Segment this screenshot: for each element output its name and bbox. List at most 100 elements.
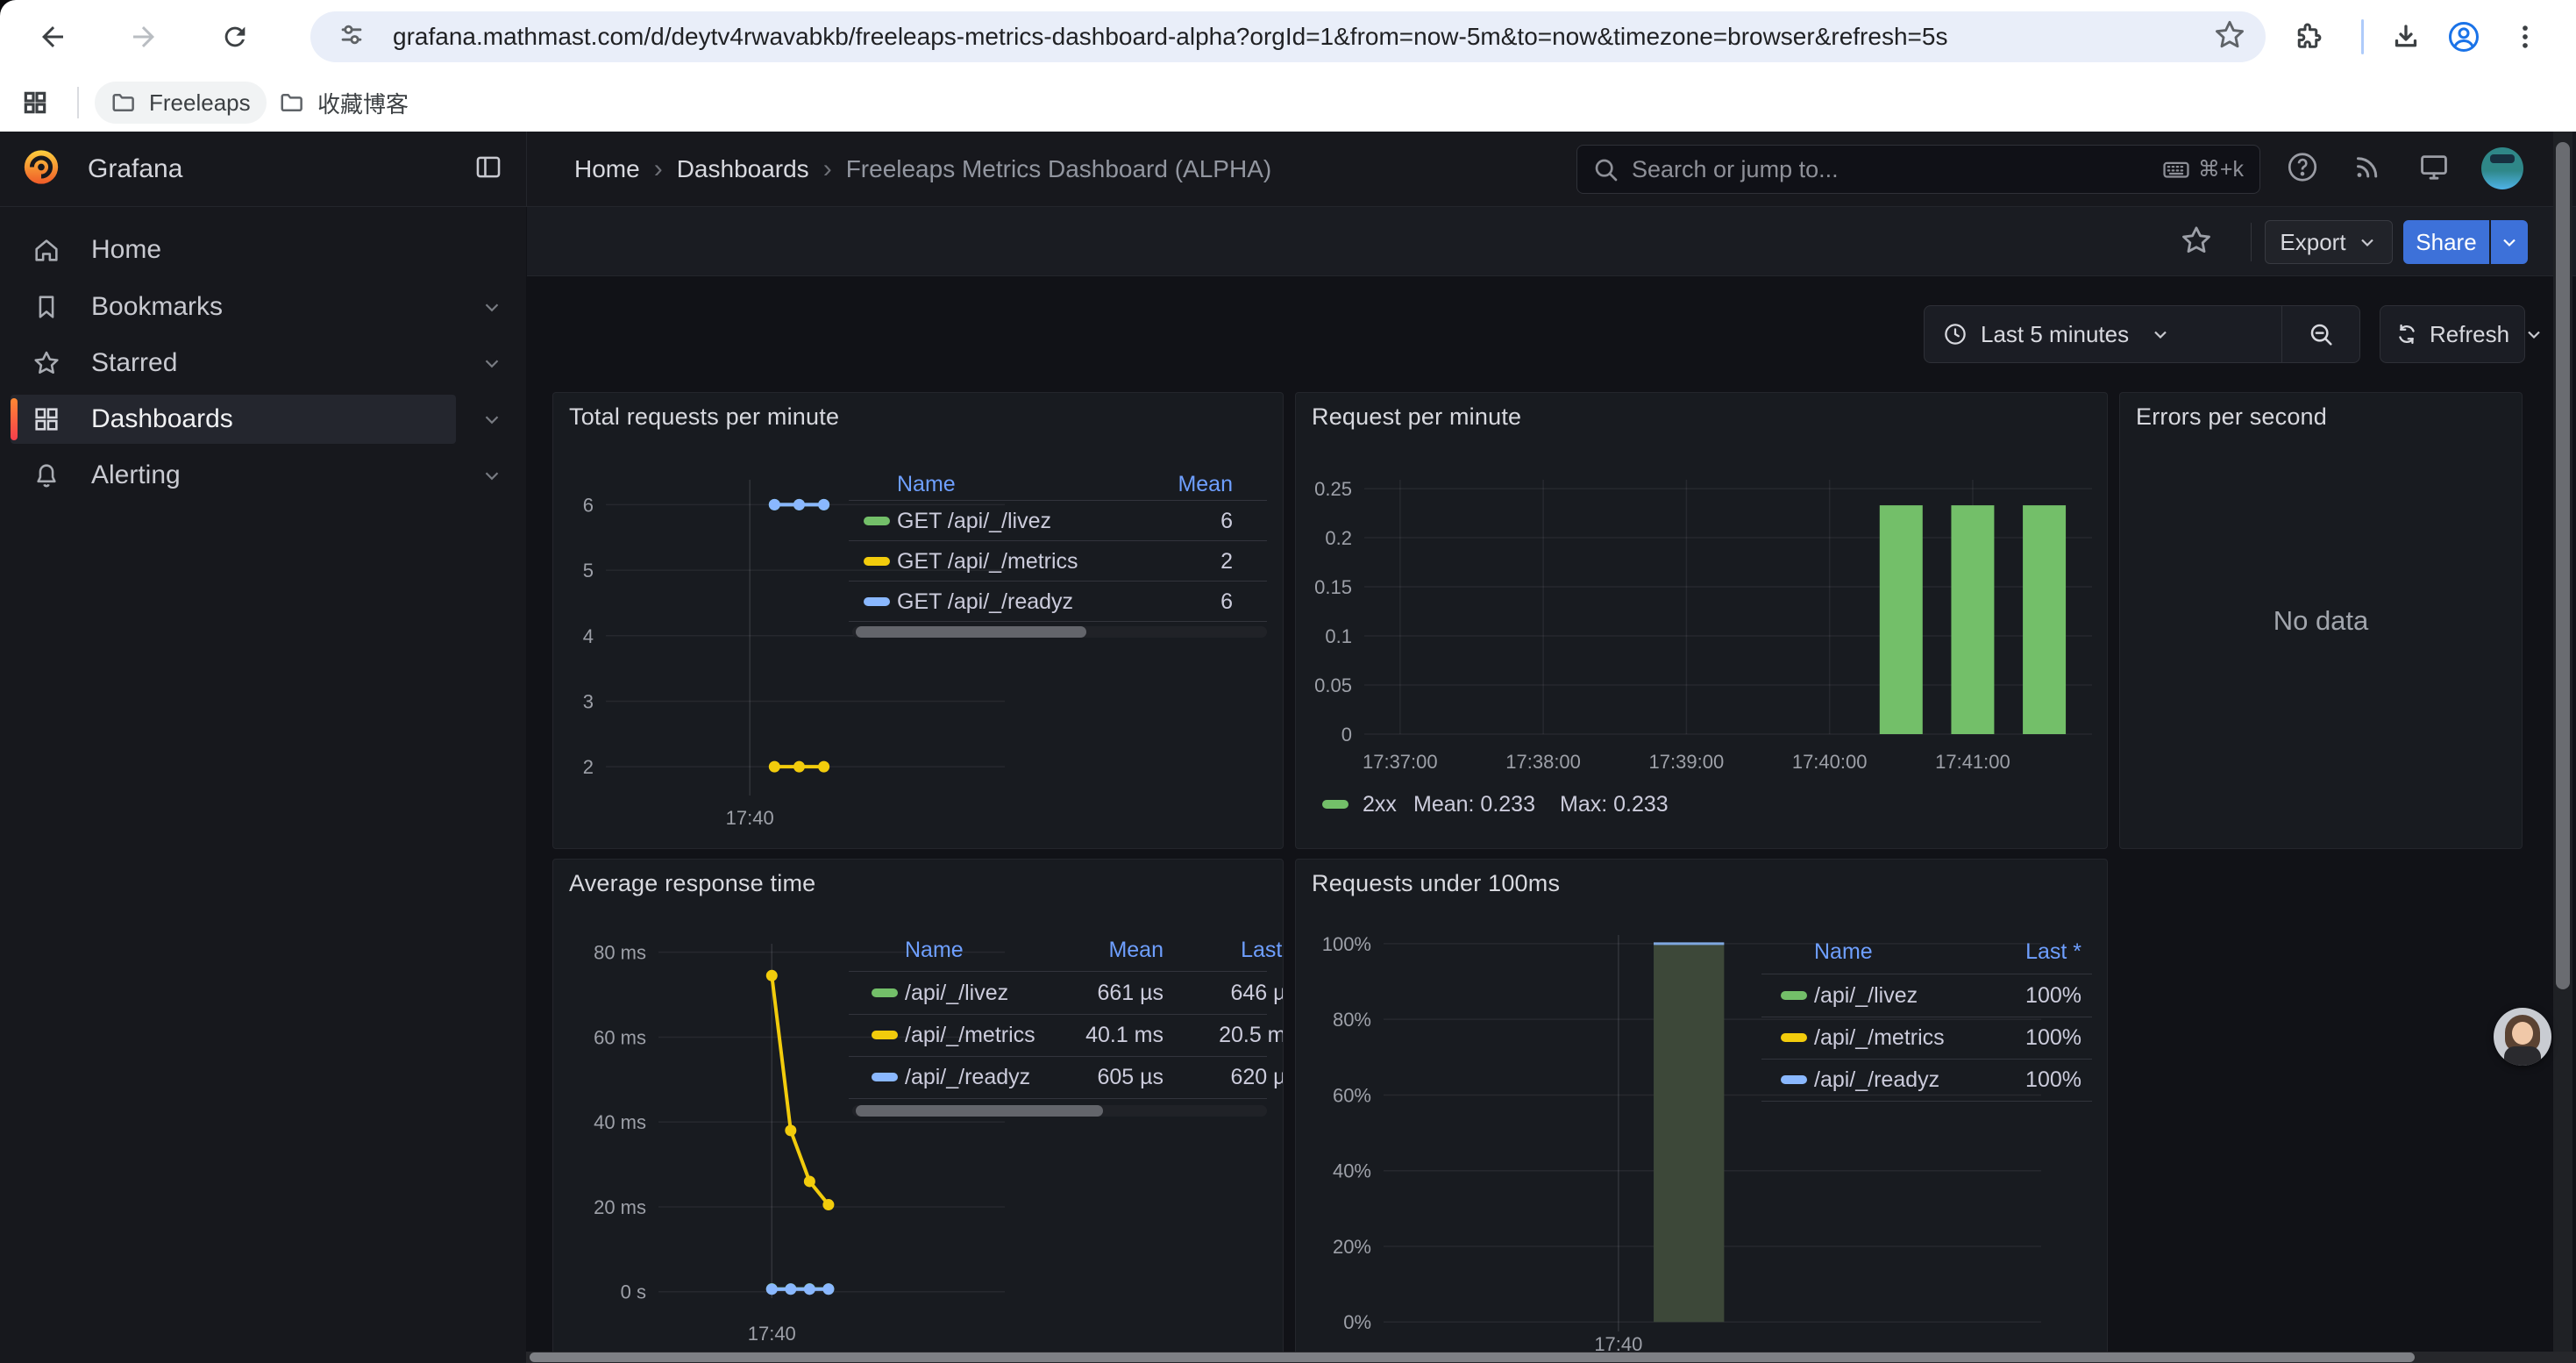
url-text[interactable]: grafana.mathmast.com/d/deytv4rwavabkb/fr…: [393, 11, 1947, 62]
time-range-picker[interactable]: Last 5 minutes: [1925, 321, 2281, 348]
legend-series-name[interactable]: 2xx: [1363, 785, 1397, 824]
downloads-button[interactable]: [2381, 12, 2430, 61]
panel-errors-per-second: No data Errors per second: [2119, 392, 2523, 849]
user-avatar[interactable]: [2481, 147, 2523, 189]
kebab-menu-icon: [2510, 22, 2540, 52]
star-icon: [32, 348, 61, 378]
chevron-down-icon[interactable]: [480, 352, 503, 375]
vertical-scrollbar[interactable]: [2553, 132, 2572, 1363]
dock-menu-button[interactable]: [473, 152, 503, 186]
sidebar-nav: Home Bookmarks Starred Dashboards Alerti…: [0, 207, 526, 1363]
topnav-divider: [526, 132, 527, 206]
bookmark-star-icon[interactable]: [2213, 18, 2246, 56]
panel-title[interactable]: Total requests per minute: [569, 403, 839, 431]
legend-value: 100%: [1296, 1018, 2081, 1057]
legend-header: NameMeanLast *: [553, 931, 1283, 969]
chevron-down-icon[interactable]: [480, 296, 503, 318]
legend-value: 646 µs: [553, 974, 1284, 1012]
horizontal-scrollbar[interactable]: [526, 1352, 2576, 1363]
floating-assistant-avatar[interactable]: [2494, 1008, 2551, 1066]
legend-separator: [849, 540, 1267, 541]
scrollbar-thumb[interactable]: [2556, 142, 2570, 989]
folder-icon: [279, 89, 305, 116]
forward-button[interactable]: [119, 12, 168, 61]
breadcrumb-current: Freeleaps Metrics Dashboard (ALPHA): [846, 155, 1272, 183]
sidebar-item-bookmarks[interactable]: Bookmarks: [11, 282, 456, 332]
bookmark-folder-freeleaps[interactable]: Freeleaps: [95, 82, 267, 124]
chevron-right-icon: ›: [640, 154, 677, 184]
url-bar[interactable]: grafana.mathmast.com/d/deytv4rwavabkb/fr…: [310, 11, 2266, 62]
sidebar-item-label: Home: [91, 235, 161, 265]
legend-row[interactable]: GET /api/_/livez6: [553, 502, 1283, 540]
legend-separator: [849, 1014, 1267, 1015]
legend-value: 100%: [1296, 976, 2081, 1015]
site-settings-icon[interactable]: [337, 20, 366, 54]
legend-column-name[interactable]: Last *: [553, 931, 1284, 969]
sidebar-item-alerting[interactable]: Alerting: [11, 451, 456, 500]
export-button[interactable]: Export: [2265, 220, 2393, 264]
panel-requests-under-100ms: 100%80%60%40%20%0%17:40 NameLast */api/_…: [1295, 859, 2108, 1363]
refresh-group: Refresh: [2380, 305, 2525, 363]
sidebar-item-starred[interactable]: Starred: [11, 339, 456, 388]
legend-separator: [849, 971, 1267, 972]
display-button[interactable]: [2417, 150, 2451, 188]
legend-separator: [849, 1098, 1267, 1099]
profile-button[interactable]: [2439, 12, 2488, 61]
legend-column-name[interactable]: Mean: [553, 465, 1233, 503]
bookmarks-bar: Freeleaps 收藏博客: [0, 75, 2576, 132]
chevron-down-icon[interactable]: [480, 408, 503, 431]
legend-value: 20.5 ms: [553, 1016, 1284, 1054]
header-divider: [2251, 223, 2252, 261]
search-shortcut: ⌘+k: [2161, 154, 2244, 184]
breadcrumb-home[interactable]: Home: [574, 155, 640, 183]
refresh-label: Refresh: [2430, 321, 2509, 348]
legend-row[interactable]: /api/_/livez100%: [1296, 976, 2107, 1015]
refresh-button[interactable]: Refresh: [2380, 321, 2523, 348]
sidebar-item-dashboards[interactable]: Dashboards: [11, 395, 456, 444]
chevron-down-icon[interactable]: [480, 464, 503, 487]
grafana-logo[interactable]: [21, 146, 61, 191]
scrollbar-thumb[interactable]: [530, 1352, 2415, 1362]
sidebar-item-home[interactable]: Home: [11, 225, 456, 275]
share-button[interactable]: Share: [2403, 220, 2489, 264]
legend-row[interactable]: /api/_/metrics100%: [1296, 1018, 2107, 1057]
legend-value: 6: [553, 582, 1233, 621]
back-button[interactable]: [28, 12, 77, 61]
news-button[interactable]: [2352, 151, 2383, 187]
legend-row[interactable]: /api/_/readyz100%: [1296, 1060, 2107, 1099]
legend-scrollbar-thumb[interactable]: [856, 626, 1086, 638]
panel-title[interactable]: Errors per second: [2136, 403, 2327, 431]
menu-button[interactable]: [2501, 12, 2550, 61]
reload-button[interactable]: [210, 12, 260, 61]
legend-row[interactable]: GET /api/_/metrics2: [553, 542, 1283, 581]
side-panel-button[interactable]: [12, 80, 58, 125]
legend-row[interactable]: 2xxMean: 0.233Max: 0.233: [1296, 785, 2107, 824]
download-icon: [2390, 21, 2422, 53]
legend-scrollbar-thumb[interactable]: [856, 1105, 1103, 1117]
legend-column-name[interactable]: Last *: [1296, 932, 2081, 971]
panel-title[interactable]: Average response time: [569, 870, 815, 897]
zoom-out-icon: [2307, 320, 2335, 348]
help-button[interactable]: [2286, 150, 2319, 188]
refresh-icon: [2395, 322, 2419, 346]
panel-title[interactable]: Request per minute: [1312, 403, 1521, 431]
search-input[interactable]: Search or jump to... ⌘+k: [1576, 145, 2260, 194]
extensions-button[interactable]: [2283, 12, 2332, 61]
favorite-star-button[interactable]: [2179, 223, 2214, 262]
legend-row[interactable]: /api/_/metrics40.1 ms20.5 ms: [553, 1016, 1283, 1054]
folder-icon: [110, 89, 137, 116]
legend-separator: [1761, 1059, 2092, 1060]
legend-row[interactable]: GET /api/_/readyz6: [553, 582, 1283, 621]
legend-row[interactable]: /api/_/readyz605 µs620 µs: [553, 1058, 1283, 1096]
refresh-interval-button[interactable]: [2523, 324, 2544, 345]
legend-row[interactable]: /api/_/livez661 µs646 µs: [553, 974, 1283, 1012]
share-dropdown-button[interactable]: [2491, 220, 2528, 264]
no-data-message: No data: [2120, 393, 2522, 848]
legend-header: NameLast *: [1296, 932, 2107, 971]
breadcrumb-dashboards[interactable]: Dashboards: [677, 155, 809, 183]
panel-legend: NameLast * /api/_/livez100%/api/_/metrics…: [1296, 860, 2107, 1363]
panel-title[interactable]: Requests under 100ms: [1312, 870, 1560, 897]
time-range-label: Last 5 minutes: [1981, 321, 2129, 348]
zoom-out-button[interactable]: [2282, 320, 2359, 348]
bookmark-folder-blogs[interactable]: 收藏博客: [263, 82, 424, 124]
